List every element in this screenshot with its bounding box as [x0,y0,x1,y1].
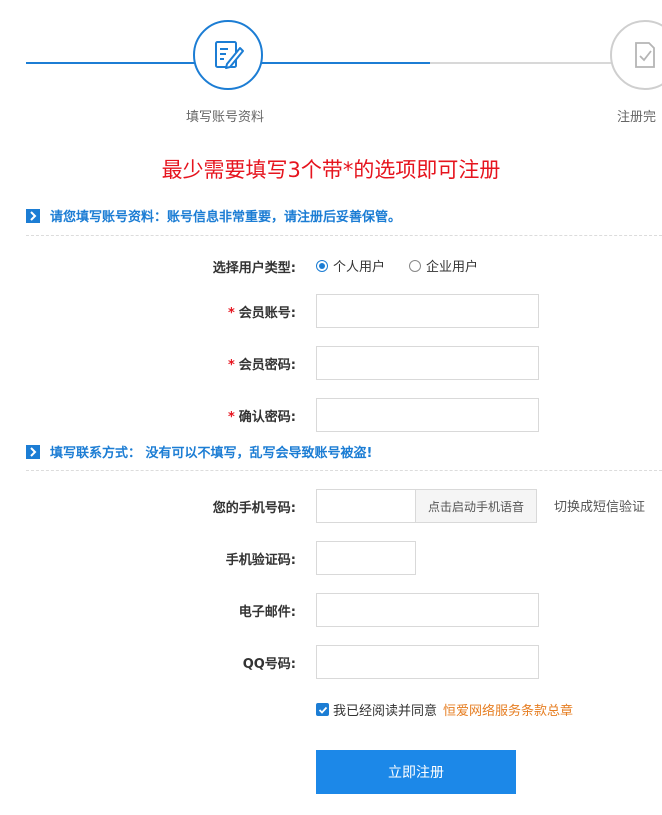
user-type-label: 选择用户类型: [212,261,296,276]
user-type-radio-group: 个人用户 企业用户 [316,256,478,275]
password-input[interactable] [316,346,539,380]
pen-form-icon [215,41,244,69]
voice-verify-button[interactable]: 点击启动手机语音 [415,489,537,523]
register-button[interactable]: 立即注册 [316,750,516,794]
terms-link[interactable]: 恒爱网络服务条款总章 [443,700,573,719]
checkmark-icon [318,706,327,714]
page-headline: 最少需要填写3个带*的选项即可注册 [161,158,501,182]
phone-input[interactable] [316,489,416,523]
confirm-password-label-text: 确认密码: [238,410,296,425]
section-contact-info: 填写联系方式： 没有可以不填写，乱写会导致账号被盗! [26,442,662,461]
agreement-text: 我已经阅读并同意 [333,704,438,719]
radio-personal-label[interactable]: 个人用户 [333,256,385,275]
section-account-info-text: 请您填写账号资料：账号信息非常重要，请注册后妥善保管。 [50,210,402,225]
qq-input[interactable] [316,645,539,679]
account-input[interactable] [316,294,539,328]
sms-code-label: 手机验证码: [225,553,296,568]
radio-personal[interactable] [316,259,328,272]
section-account-info: 请您填写账号资料：账号信息非常重要，请注册后妥善保管。 [26,206,662,225]
section-contact-info-text: 填写联系方式： 没有可以不填写，乱写会导致账号被盗! [50,446,373,461]
chevron-right-icon [26,208,40,223]
password-label-text: 会员密码: [238,358,296,373]
qq-label: QQ号码: [242,657,296,672]
chevron-right-icon [26,444,40,459]
step-1-circle [193,20,263,90]
email-label: 电子邮件: [238,605,296,620]
confirm-password-label: * 确认密码: [0,406,296,425]
step-2-circle [610,20,662,90]
divider [26,470,662,471]
email-input[interactable] [316,593,539,627]
step-1-label: 填写账号资料 [186,110,265,125]
agreement-row: 我已经阅读并同意 恒爱网络服务条款总章 [316,700,573,719]
radio-enterprise-label[interactable]: 企业用户 [426,256,478,275]
confirm-password-input[interactable] [316,398,539,432]
required-mark: * [227,358,235,373]
phone-label: 您的手机号码: [212,501,296,516]
agreement-checkbox[interactable] [316,703,329,716]
doc-check-icon [635,42,655,68]
step-2-label: 注册完 [617,110,657,125]
account-label-text: 会员账号: [238,306,296,321]
divider [26,235,662,236]
switch-sms-link[interactable]: 切换成短信验证 [554,496,645,515]
sms-code-input[interactable] [316,541,416,575]
password-label: * 会员密码: [0,354,296,373]
required-mark: * [227,410,235,425]
radio-enterprise[interactable] [409,259,422,272]
required-mark: * [227,306,235,321]
account-label: * 会员账号: [0,302,296,321]
